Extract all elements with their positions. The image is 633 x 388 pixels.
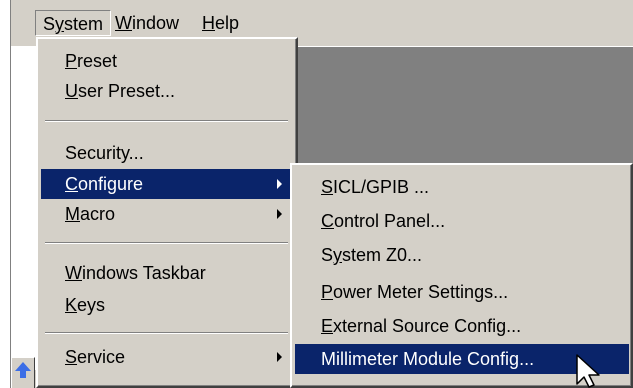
menu-item-label: Windows Taskbar (65, 263, 206, 283)
menu-item-label: Millimeter Module Config... (321, 349, 535, 369)
menu-separator (45, 242, 288, 244)
menu-item-label: Configure (65, 174, 144, 194)
menu-item-system-z0[interactable]: System Z0... (295, 240, 629, 270)
mouse-pointer-icon (576, 354, 600, 388)
menubar-window[interactable]: Window (108, 10, 186, 36)
menu-item-label: Security... (65, 143, 144, 163)
submenu-arrow-icon (277, 209, 282, 219)
menu-item-control-panel[interactable]: Control Panel... (295, 206, 629, 236)
menu-item-label: Service (65, 347, 126, 367)
menubar-help[interactable]: Help (195, 10, 246, 36)
menu-item-label: SICL/GPIB ... (321, 177, 430, 197)
arrow-up-icon (15, 362, 31, 378)
menu-item-preset[interactable]: Preset (41, 46, 294, 76)
system-menu: Preset User Preset... Security... Config… (36, 37, 298, 388)
menu-separator (45, 332, 288, 334)
menu-item-keys[interactable]: Keys (41, 290, 294, 320)
menu-item-windows-taskbar[interactable]: Windows Taskbar (41, 258, 294, 288)
menu-item-service[interactable]: Service (41, 342, 294, 372)
scroll-up-button[interactable] (11, 357, 35, 388)
menubar-system[interactable]: System (35, 10, 112, 36)
submenu-arrow-icon (277, 179, 282, 189)
menu-item-label: Power Meter Settings... (321, 282, 509, 302)
menu-item-label: External Source Config... (321, 316, 522, 336)
menu-separator (45, 120, 288, 122)
menu-item-label: Macro (65, 204, 116, 224)
window-edge (0, 0, 11, 388)
menu-item-label: System Z0... (321, 245, 423, 265)
menu-item-configure[interactable]: Configure (41, 169, 294, 199)
menu-item-sicl-gpib[interactable]: SICL/GPIB ... (295, 172, 629, 202)
menu-item-external-source-config[interactable]: External Source Config... (295, 311, 629, 341)
menu-item-user-preset[interactable]: User Preset... (41, 76, 294, 106)
menu-item-macro[interactable]: Macro (41, 199, 294, 229)
menu-item-label: Keys (65, 295, 106, 315)
menu-item-power-meter-settings[interactable]: Power Meter Settings... (295, 277, 629, 307)
menu-item-label: User Preset... (65, 81, 176, 101)
submenu-arrow-icon (277, 352, 282, 362)
menu-item-label: Control Panel... (321, 211, 446, 231)
menu-item-label: Preset (65, 51, 118, 71)
menu-item-security[interactable]: Security... (41, 138, 294, 168)
